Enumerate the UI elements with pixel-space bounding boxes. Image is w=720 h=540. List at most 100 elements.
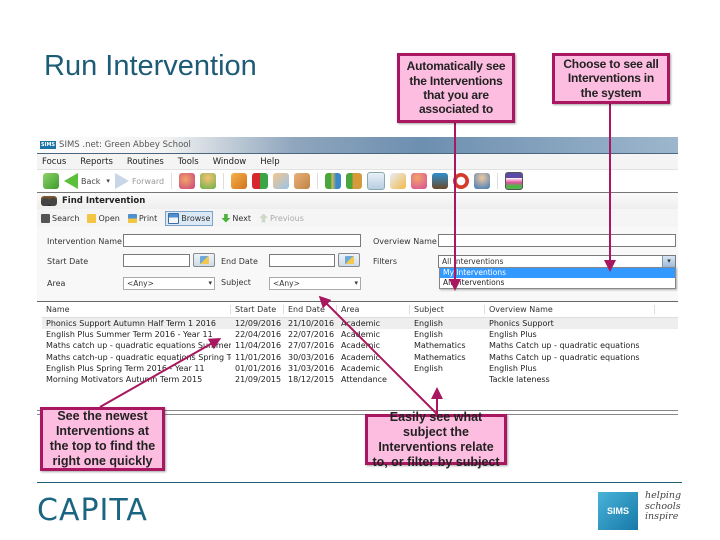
area-dropdown-arrow-icon[interactable]: ▾ [208,278,212,289]
user-key-icon[interactable] [474,173,491,189]
cell-start-date: 11/04/2016 [235,341,282,351]
chart-icon[interactable] [505,172,524,190]
start-date-calendar-button[interactable] [193,253,215,267]
sims-tagline: helping schools inspire [645,490,681,523]
end-date-label: End Date [221,257,258,266]
browse-label: Browse [181,213,211,223]
window-titlebar: SIMS SIMS .net: Green Abbey School [37,137,678,154]
filters-option-all-interventions[interactable]: All Interventions [440,278,675,288]
area-label: Area [47,279,66,288]
down-arrow-icon [221,213,231,223]
open-button[interactable]: Open [87,213,120,223]
menu-routines[interactable]: Routines [127,157,164,167]
cell-overview-name: English Plus [489,330,537,340]
cell-name: English Plus Summer Term 2016 - Year 11 [46,330,213,340]
edit-icon[interactable] [390,173,407,189]
callout-newest: See the newest Interventions at the top … [40,407,165,471]
menu-window[interactable]: Window [213,157,247,167]
table-row[interactable]: Maths catch-up - quadratic equations Spr… [42,352,678,363]
filters-dropdown-arrow-icon[interactable]: ▾ [662,256,675,267]
interventions-grid: Name Start Date End Date Area Subject Ov… [42,302,678,386]
table-row[interactable]: English Plus Spring Term 2016 - Year 11 … [42,363,678,374]
dog-books-icon[interactable] [346,173,363,189]
person-badge-icon[interactable] [411,173,428,189]
door-icon[interactable] [294,173,311,189]
folder-icon [87,213,97,223]
cell-area: Academic [341,330,381,340]
cell-overview-name: Maths Catch up - quadratic equations [489,341,640,351]
callout-choose-all-text: Choose to see all Interventions in the s… [563,56,659,100]
column-header-overview-name[interactable]: Overview Name [485,305,655,314]
intervention-name-input[interactable] [123,234,361,247]
end-date-input[interactable] [269,254,335,267]
menu-focus[interactable]: Focus [42,157,66,167]
print-button[interactable]: Print [127,213,157,223]
cell-area: Academic [341,319,381,329]
cell-end-date: 22/07/2016 [288,330,335,340]
cell-area: Academic [341,341,381,351]
back-label: Back [81,176,101,186]
table-row[interactable]: Maths catch up - quadratic equations Sum… [42,340,678,351]
home-up-icon[interactable] [432,173,449,189]
table-row[interactable]: Morning Motivators Autumn Term 2015 21/0… [42,374,678,385]
cell-overview-name: Tackle lateness [489,375,550,385]
cell-area: Attendance [341,375,387,385]
column-header-subject[interactable]: Subject [410,305,485,314]
grid-header: Name Start Date End Date Area Subject Ov… [42,302,678,318]
column-header-end-date[interactable]: End Date [284,305,337,314]
previous-button[interactable]: Previous [259,213,304,223]
subject-select[interactable]: <Any> ▾ [269,277,361,290]
sims-logo: SIMS [598,492,638,530]
area-select[interactable]: <Any> ▾ [123,277,215,290]
cell-area: Academic [341,363,381,373]
person-icon[interactable] [200,173,217,189]
cell-name: Maths catch up - quadratic equations Sum… [46,341,231,351]
books-icon[interactable] [325,173,342,189]
clock-icon[interactable] [453,173,470,189]
callout-choose-all: Choose to see all Interventions in the s… [552,53,670,104]
swap-icon[interactable] [43,173,59,189]
menu-help[interactable]: Help [260,157,279,167]
menu-reports[interactable]: Reports [80,157,113,167]
flag-icon[interactable] [252,173,269,189]
search-button[interactable]: Search [41,213,79,223]
cell-start-date: 12/09/2016 [235,319,282,329]
browse-button[interactable]: Browse [165,210,214,226]
cell-name: Phonics Support Autumn Half Term 1 2016 [46,319,216,329]
notes-icon[interactable] [367,172,386,190]
cell-end-date: 18/12/2015 [288,375,335,385]
capita-logo: CAPITA [37,493,148,528]
menu-bar: Focus Reports Routines Tools Window Help [37,154,678,170]
start-date-input[interactable] [123,254,190,267]
toolbar-separator [317,173,319,189]
subject-value: <Any> [273,279,300,288]
sims-window: SIMS SIMS .net: Green Abbey School Focus… [37,137,678,407]
area-value: <Any> [127,279,154,288]
subject-dropdown-arrow-icon[interactable]: ▾ [354,278,358,289]
forward-button[interactable]: Forward [114,173,164,189]
back-button[interactable]: Back ▾ [64,173,110,189]
forward-arrow-icon [114,173,129,189]
column-header-area[interactable]: Area [337,305,410,314]
back-dropdown-icon[interactable]: ▾ [106,177,110,185]
main-toolbar: Back ▾ Forward [37,170,678,193]
filters-option-my-interventions[interactable]: My Interventions [440,268,675,278]
callout-auto-see-text: Automatically see the Interventions that… [406,59,506,117]
message-icon[interactable] [273,173,290,189]
start-date-label: Start Date [47,257,89,266]
cell-name: Morning Motivators Autumn Term 2015 [46,375,203,385]
overview-name-input[interactable] [438,234,676,247]
toolbar-separator [223,173,225,189]
column-header-name[interactable]: Name [42,305,231,314]
table-row[interactable]: English Plus Summer Term 2016 - Year 11 … [42,329,678,340]
column-header-start-date[interactable]: Start Date [231,305,284,314]
next-button[interactable]: Next [221,213,251,223]
toolbar-separator [497,173,499,189]
people-icon[interactable] [179,173,196,189]
cell-start-date: 22/04/2016 [235,330,282,340]
table-row[interactable]: Phonics Support Autumn Half Term 1 2016 … [42,318,678,330]
end-date-calendar-button[interactable] [338,253,360,267]
menu-tools[interactable]: Tools [178,157,199,167]
binoculars-small-icon [41,213,50,223]
book-icon[interactable] [231,173,248,189]
